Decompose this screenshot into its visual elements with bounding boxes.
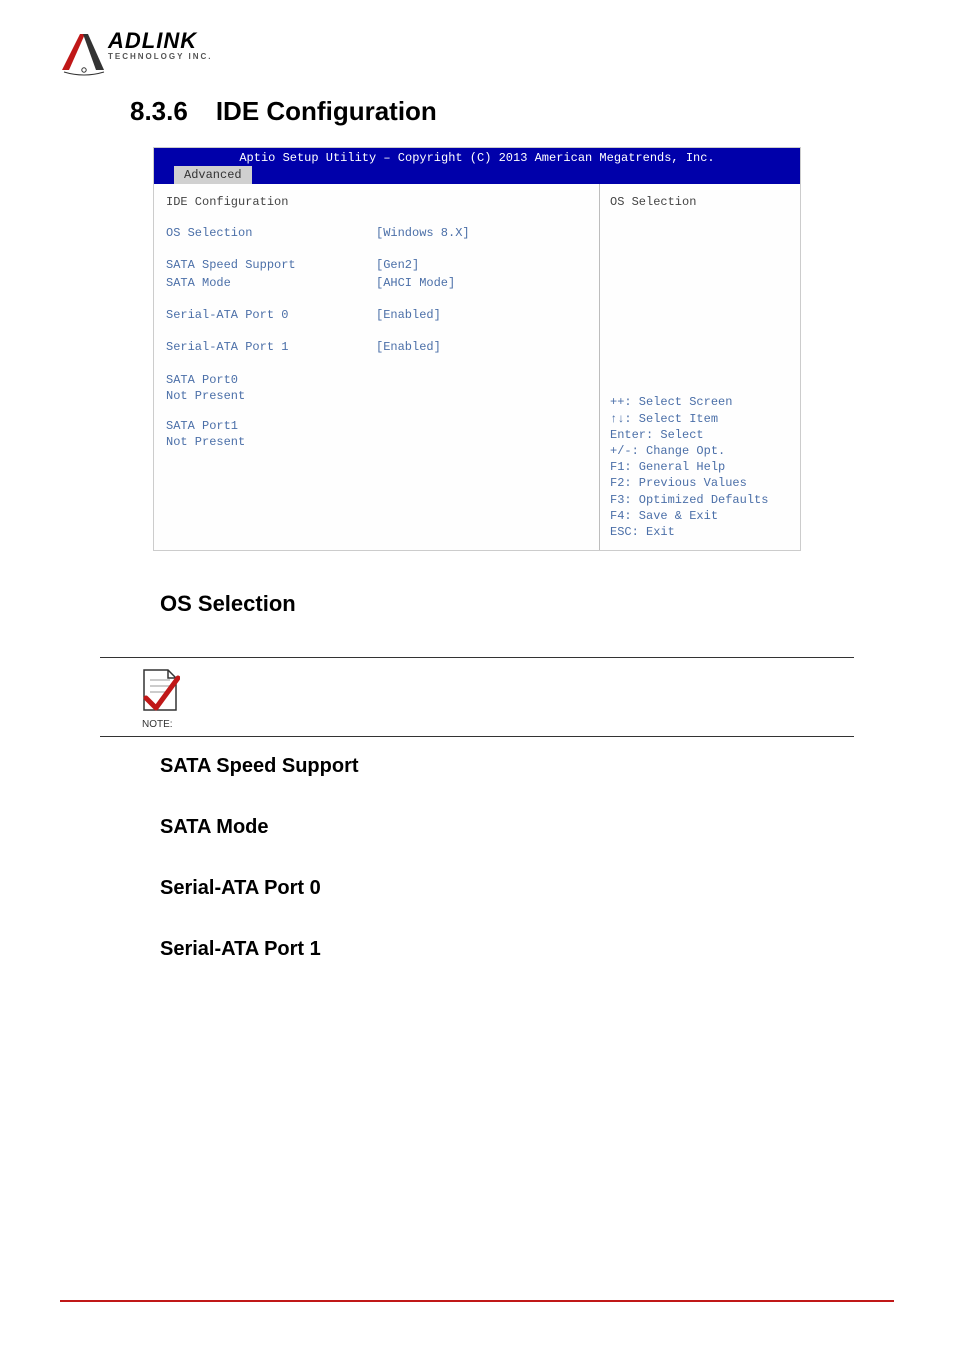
bios-row-os-selection[interactable]: OS Selection [Windows 8.X] (166, 225, 587, 241)
bios-row-value: [Windows 8.X] (376, 225, 470, 241)
bios-key-row: Enter: Select (610, 427, 790, 443)
bios-port-status: SATA Port1 Not Present (166, 418, 587, 450)
bios-row-label: SATA Speed Support (166, 257, 376, 273)
divider (100, 657, 854, 658)
section-number: 8.3.6 (130, 96, 188, 127)
brand-logo-mark (60, 30, 106, 76)
bios-row-label: SATA Mode (166, 275, 376, 291)
bios-row-value: [Enabled] (376, 307, 441, 323)
heading-sata-port0: Serial-ATA Port 0 (160, 877, 894, 900)
brand-logo-text: ADLINK (108, 30, 213, 52)
bios-row-value: [Gen2] (376, 257, 419, 273)
bios-header: Aptio Setup Utility – Copyright (C) 2013… (154, 148, 800, 166)
heading-sata-port1: Serial-ATA Port 1 (160, 938, 894, 961)
bios-row-label: Serial-ATA Port 0 (166, 307, 376, 323)
note-block: NOTE: (140, 668, 894, 730)
bios-key-row: F4: Save & Exit (610, 508, 790, 524)
bios-tab-advanced[interactable]: Advanced (174, 166, 252, 184)
brand-logo: ADLINK TECHNOLOGY INC. (60, 30, 894, 76)
bios-key-row: ESC: Exit (610, 524, 790, 540)
bios-key-row: F3: Optimized Defaults (610, 492, 790, 508)
bios-key-row: +/-: Change Opt. (610, 443, 790, 459)
bios-key-legend: ++: Select Screen ↑↓: Select Item Enter:… (610, 394, 790, 540)
section-heading: 8.3.6 IDE Configuration (130, 96, 894, 127)
heading-sata-speed: SATA Speed Support (160, 755, 894, 778)
heading-sata-mode: SATA Mode (160, 816, 894, 839)
bios-help-text: OS Selection (610, 194, 790, 394)
bios-panel-title: IDE Configuration (166, 194, 587, 210)
section-title: IDE Configuration (216, 96, 437, 127)
note-icon (140, 668, 180, 712)
bios-key-row: F1: General Help (610, 459, 790, 475)
bios-port-value: Not Present (166, 434, 587, 450)
bios-key-row: ↑↓: Select Item (610, 411, 790, 427)
divider (100, 736, 854, 737)
bios-port-status: SATA Port0 Not Present (166, 372, 587, 404)
bios-port-value: Not Present (166, 388, 587, 404)
bios-row-sata-mode[interactable]: SATA Mode [AHCI Mode] (166, 275, 587, 291)
bios-port-name: SATA Port0 (166, 372, 587, 388)
bios-key-row: F2: Previous Values (610, 475, 790, 491)
bios-row-value: [AHCI Mode] (376, 275, 455, 291)
bios-row-sata-port1[interactable]: Serial-ATA Port 1 [Enabled] (166, 339, 587, 355)
bios-row-value: [Enabled] (376, 339, 441, 355)
bios-row-sata-port0[interactable]: Serial-ATA Port 0 [Enabled] (166, 307, 587, 323)
bios-key-row: ++: Select Screen (610, 394, 790, 410)
bios-screenshot: Aptio Setup Utility – Copyright (C) 2013… (153, 147, 801, 551)
bios-left-panel: IDE Configuration OS Selection [Windows … (154, 184, 600, 550)
brand-logo-subtext: TECHNOLOGY INC. (108, 52, 213, 61)
note-label: NOTE: (142, 719, 894, 730)
bios-right-panel: OS Selection ++: Select Screen ↑↓: Selec… (600, 184, 800, 550)
bios-row-sata-speed[interactable]: SATA Speed Support [Gen2] (166, 257, 587, 273)
footer-rule (60, 1300, 894, 1302)
bios-row-label: OS Selection (166, 225, 376, 241)
bios-row-label: Serial-ATA Port 1 (166, 339, 376, 355)
heading-os-selection: OS Selection (160, 591, 894, 617)
bios-port-name: SATA Port1 (166, 418, 587, 434)
bios-tab-bar: Advanced (154, 166, 800, 184)
